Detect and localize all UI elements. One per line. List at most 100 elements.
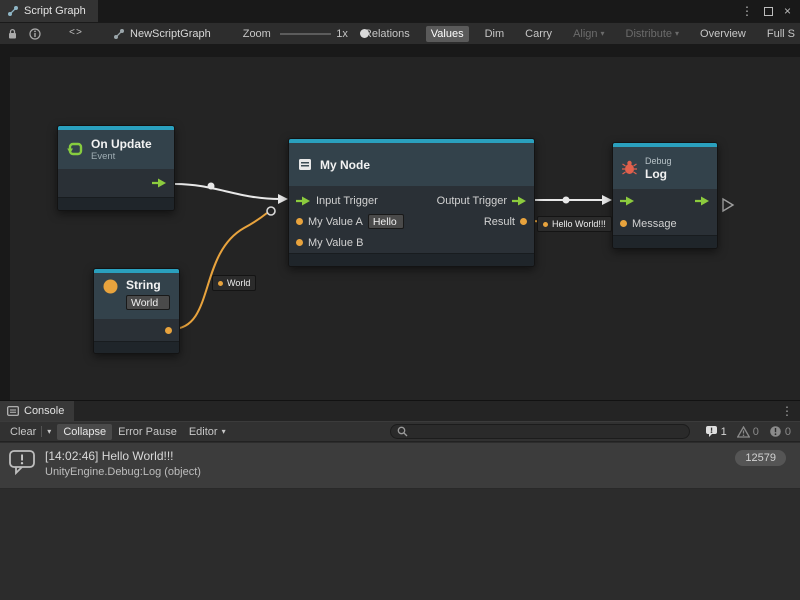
values-button[interactable]: Values: [426, 26, 469, 42]
bug-icon: [621, 160, 638, 176]
node-debug-log[interactable]: Debug Log Message: [612, 142, 718, 249]
graph-toolbar: <> NewScriptGraph Zoom 1x Relations Valu…: [0, 22, 800, 44]
value-output-port[interactable]: [520, 218, 527, 225]
error-icon: [769, 425, 782, 438]
graph-left-strip: [0, 44, 10, 400]
console-tab-label: Console: [24, 405, 64, 417]
warning-filter-toggle[interactable]: 0: [732, 426, 764, 438]
chevron-down-icon: ▾: [222, 428, 226, 436]
align-button[interactable]: Align ▾: [568, 26, 609, 42]
align-label: Align: [573, 28, 597, 40]
port-label: Result: [484, 216, 515, 228]
warning-icon: [737, 426, 750, 438]
tab-script-graph[interactable]: Script Graph: [0, 0, 98, 22]
graph-top-strip: [0, 44, 800, 57]
trigger-input-port[interactable]: [296, 196, 311, 206]
zoom-slider[interactable]: [280, 27, 331, 41]
error-filter-toggle[interactable]: 0: [764, 425, 796, 438]
node-on-update[interactable]: On Update Event: [57, 125, 175, 211]
value-a-field[interactable]: [368, 214, 404, 229]
node-footer: [613, 235, 717, 248]
graph-asset-icon: [113, 28, 125, 40]
console-toolbar: Clear ▾ Collapse Error Pause Editor ▾: [0, 421, 800, 442]
log-line2: UnityEngine.Debug:Log (object): [45, 466, 201, 478]
clear-button[interactable]: Clear ▾: [4, 424, 57, 440]
node-header[interactable]: My Node: [289, 143, 534, 186]
fullscreen-button[interactable]: Full S: [762, 26, 800, 42]
node-header[interactable]: String: [94, 273, 179, 319]
window-tabbar: Script Graph ⋮ ×: [0, 0, 800, 22]
search-icon: [397, 426, 408, 437]
log-message-icon: [8, 449, 36, 475]
value-dot-icon: [543, 222, 548, 227]
value-input-port[interactable]: [620, 220, 627, 227]
zoom-label: Zoom: [243, 28, 271, 40]
editor-button[interactable]: Editor ▾: [183, 424, 232, 440]
wire-value-chip: Hello World!!!: [537, 216, 612, 232]
window-controls: ⋮ ×: [741, 0, 800, 22]
node-header[interactable]: Debug Log: [613, 147, 717, 189]
console-menu-icon[interactable]: ⋮: [781, 404, 793, 418]
wire-value-chip: World: [212, 275, 256, 291]
node-category: Debug: [645, 156, 672, 166]
node-subtitle: Event: [91, 151, 152, 162]
value-input-port[interactable]: [296, 218, 303, 225]
error-pause-button[interactable]: Error Pause: [112, 424, 183, 440]
edit-source-icon[interactable]: <>: [69, 28, 83, 39]
node-title: My Node: [320, 158, 370, 172]
distribute-label: Distribute: [626, 28, 672, 40]
node-footer: [289, 253, 534, 266]
trigger-output-port[interactable]: [512, 196, 527, 206]
chevron-down-icon: ▾: [601, 30, 605, 38]
string-literal-icon: [102, 278, 119, 295]
editor-label: Editor: [189, 426, 218, 438]
wire-value-label: Hello World!!!: [552, 219, 606, 229]
node-title: String: [126, 278, 170, 292]
info-icon[interactable]: [29, 28, 41, 40]
distribute-button[interactable]: Distribute ▾: [621, 26, 684, 42]
close-icon[interactable]: ×: [784, 4, 791, 18]
zoom-value: 1x: [336, 28, 348, 40]
value-input-port[interactable]: [296, 239, 303, 246]
node-footer: [58, 197, 174, 210]
zoom-slider-thumb[interactable]: [360, 29, 369, 38]
string-value-field[interactable]: [126, 295, 170, 310]
console-search-input[interactable]: [412, 426, 683, 438]
wire-value-label: World: [227, 278, 250, 288]
node-header[interactable]: On Update Event: [58, 130, 174, 169]
node-string[interactable]: String: [93, 268, 180, 354]
trigger-output-port[interactable]: [695, 196, 710, 206]
collapse-count-badge: 12579: [735, 450, 786, 466]
node-my-node[interactable]: My Node Input Trigger Output Trigger: [288, 138, 535, 267]
warning-count: 0: [753, 426, 759, 438]
console-tabbar: Console ⋮: [0, 401, 800, 421]
node-title: On Update: [91, 137, 152, 151]
port-label: My Value B: [308, 237, 363, 249]
console-search[interactable]: [390, 424, 690, 439]
collapse-button[interactable]: Collapse: [57, 424, 112, 440]
overview-button[interactable]: Overview: [695, 26, 751, 42]
chevron-down-icon: ▾: [675, 30, 679, 38]
value-output-port[interactable]: [165, 327, 172, 334]
maximize-icon[interactable]: [764, 7, 773, 16]
graph-name-label: NewScriptGraph: [130, 28, 211, 40]
console-log-list: [14:02:46] Hello World!!! UnityEngine.De…: [0, 443, 800, 600]
unity-window: Script Graph ⋮ × <> NewScriptGraph Zoom …: [0, 0, 800, 600]
window-menu-icon[interactable]: ⋮: [741, 5, 753, 17]
console-log-entry[interactable]: [14:02:46] Hello World!!! UnityEngine.De…: [0, 443, 800, 489]
dim-button[interactable]: Dim: [480, 26, 510, 42]
trigger-output-port[interactable]: [151, 178, 167, 188]
value-dot-icon: [218, 281, 223, 286]
info-filter-toggle[interactable]: 1: [700, 425, 732, 438]
info-message-icon: [705, 425, 718, 438]
port-label: Output Trigger: [437, 195, 507, 207]
graph-name[interactable]: NewScriptGraph: [113, 28, 211, 40]
lock-icon[interactable]: [7, 28, 18, 40]
tab-console[interactable]: Console: [0, 401, 74, 421]
carry-button[interactable]: Carry: [520, 26, 557, 42]
log-line1: [14:02:46] Hello World!!!: [45, 449, 201, 463]
port-label: Input Trigger: [316, 195, 378, 207]
trigger-input-port[interactable]: [620, 196, 635, 206]
port-label: My Value A: [308, 216, 363, 228]
node-footer: [94, 341, 179, 353]
